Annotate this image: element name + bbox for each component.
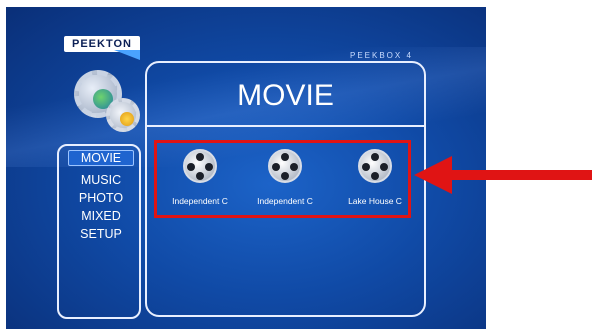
film-reel-icon (358, 149, 392, 183)
title-divider (147, 125, 424, 127)
film-reel-icon (268, 149, 302, 183)
brand-logo: PEEKTON (64, 36, 140, 60)
menu-item-movie[interactable]: MOVIE (68, 150, 134, 166)
small-gear-center-icon (120, 112, 134, 126)
file-label: Independent C (172, 196, 228, 206)
menu-item-mixed[interactable]: MIXED (59, 209, 143, 223)
settings-gear-icon (74, 70, 144, 132)
page-title: MOVIE (237, 79, 334, 112)
file-label: Lake House C (348, 196, 402, 206)
pointer-arrow-icon (414, 156, 592, 194)
file-item[interactable]: Independent C (245, 149, 325, 206)
small-gear-icon (106, 98, 140, 132)
brand-name: PEEKTON (64, 36, 140, 52)
file-label: Independent C (257, 196, 313, 206)
file-item[interactable]: Lake House C (335, 149, 415, 206)
menu-item-music[interactable]: MUSIC (59, 173, 143, 187)
file-item[interactable]: Independent C (160, 149, 240, 206)
category-menu: MOVIE MUSIC PHOTO MIXED SETUP (57, 144, 141, 319)
model-name: PEEKBOX 4 (350, 51, 413, 60)
menu-item-photo[interactable]: PHOTO (59, 191, 143, 205)
film-reel-icon (183, 149, 217, 183)
menu-item-setup[interactable]: SETUP (59, 227, 143, 241)
